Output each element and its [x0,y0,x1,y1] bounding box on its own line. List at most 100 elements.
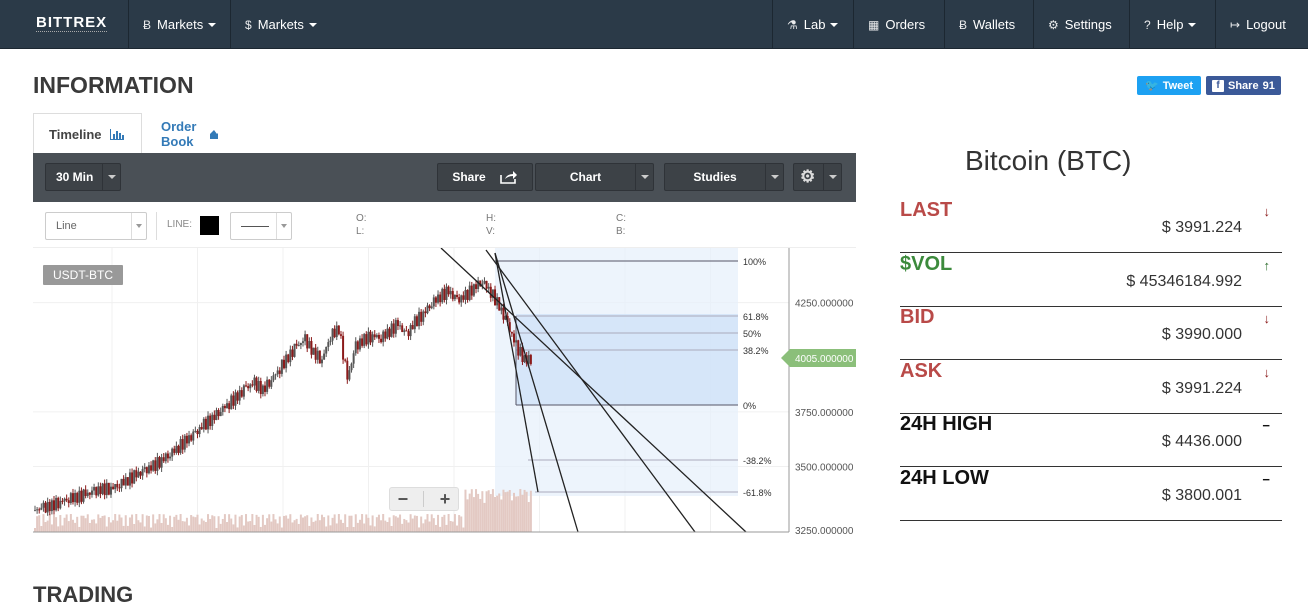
chevron-down-icon [131,213,146,239]
candle-body [361,338,364,346]
price-chart[interactable]: 100% 61.8% 50% 38.2% 0% -38.2% -61.8% 4250.000… [33,248,856,540]
section-title-trading: TRADING [33,582,134,607]
candle-body [105,482,108,496]
share-chart-button[interactable]: Share [437,163,533,191]
candle-body [451,291,454,300]
volume-bar [185,517,188,532]
tweet-label: Tweet [1162,79,1194,92]
calendar-icon: ▦ [868,17,880,32]
trend-arrow-icon: ↓ [1263,364,1271,380]
volume-bar [145,515,148,532]
zoom-out-button[interactable]: − [398,489,409,510]
tweet-button[interactable]: 🐦 Tweet [1137,76,1202,95]
y-axis-ticks: 4250.000000 3750.000000 3500.000000 3250.00… [795,299,854,537]
volume-bar [451,521,454,532]
candle-body [306,334,309,349]
nav-label: Markets [157,17,204,32]
candle-body [517,340,520,356]
candle-body [384,331,387,339]
volume-bar [453,514,456,532]
volume-bar [204,522,207,532]
candle-body [135,470,138,478]
volume-bar [230,518,233,532]
nav-wallets[interactable]: Ƀ Wallets [944,0,1033,49]
nav-logout[interactable]: ↦ Logout [1215,0,1308,49]
volume-bar [335,523,338,532]
volume-bar [468,493,471,532]
candle-body [255,377,258,391]
candle-body [101,483,104,494]
volume-bar [88,522,91,532]
b-label: B: [616,226,626,237]
volume-bar [223,514,226,532]
candle-body [323,353,326,360]
ohlc-high-vol: H: V: [486,212,496,238]
dollar-icon: $ [245,17,252,32]
volume-bar [177,519,180,532]
candle-body [112,486,115,490]
candle-body [394,320,397,334]
volume-bar [236,527,239,532]
volume-bar [483,502,486,532]
chevron-down-icon[interactable] [102,164,120,190]
nav-settings[interactable]: ⚙ Settings [1033,0,1129,49]
volume-bar [152,514,155,532]
ticker-label: LAST [900,199,953,221]
line-width-select[interactable] [230,212,292,240]
volume-bar [504,492,507,532]
volume-bar [97,514,100,532]
line-width-preview [241,225,269,227]
candle-body [90,490,93,495]
nav-help[interactable]: ? Help [1129,0,1215,49]
candle-body [380,338,383,343]
candle-body [247,386,250,389]
volume-bar [301,517,304,532]
x-tick-label: 8/11 [102,539,123,540]
chart-settings-button[interactable]: ⚙ [793,163,842,191]
tab-timeline[interactable]: Timeline [33,113,142,154]
volume-bar [213,516,216,532]
candle-body [38,509,41,511]
nav-markets-btc[interactable]: Ƀ Markets [128,0,230,49]
volume-bar [169,515,172,532]
volume-bar [69,514,72,532]
volume-bar [458,515,461,532]
volume-bar [297,523,300,532]
volume-bar [52,514,55,532]
chevron-down-icon[interactable] [823,164,841,190]
studies-select[interactable]: Studies [664,163,784,191]
nav-lab[interactable]: ⚗ Lab [772,0,853,49]
volume-bar [489,494,492,532]
volume-bar [424,519,427,532]
candle-body [245,385,248,387]
line-style-select[interactable]: Line [45,212,147,240]
volume-bar [318,520,321,532]
volume-bar [232,524,235,532]
interval-select[interactable]: 30 Min [45,163,121,191]
chart-type-select[interactable]: Chart [535,163,654,191]
volume-bar [59,515,62,532]
volume-bar [369,525,372,532]
line-color-swatch[interactable] [200,216,219,235]
candle-body [498,297,501,311]
tab-order-book[interactable]: Order Book [146,113,233,154]
candle-body [126,477,129,486]
facebook-share-button[interactable]: f Share 91 [1206,76,1281,95]
volume-bar [55,517,58,532]
y-tick-label: 3250.000000 [795,526,854,537]
nav-markets-usd[interactable]: $ Markets [230,0,331,49]
brand-logo[interactable]: BITTREX [36,14,108,32]
trend-arrow-icon: ↓ [1263,311,1271,326]
chevron-down-icon[interactable] [765,164,783,190]
candle-body [426,305,429,314]
volume-bar [63,517,66,532]
chart-toolbar: 30 Min Share Chart Studies ⚙ [33,153,856,202]
volume-bar [173,516,176,532]
candle-body [513,333,516,343]
candle-body [500,307,503,311]
market-symbol-badge: USDT-BTC [43,265,123,285]
candle-body [301,341,304,343]
nav-orders[interactable]: ▦ Orders [853,0,944,49]
chevron-down-icon[interactable] [635,164,653,190]
zoom-in-button[interactable]: + [440,489,451,510]
